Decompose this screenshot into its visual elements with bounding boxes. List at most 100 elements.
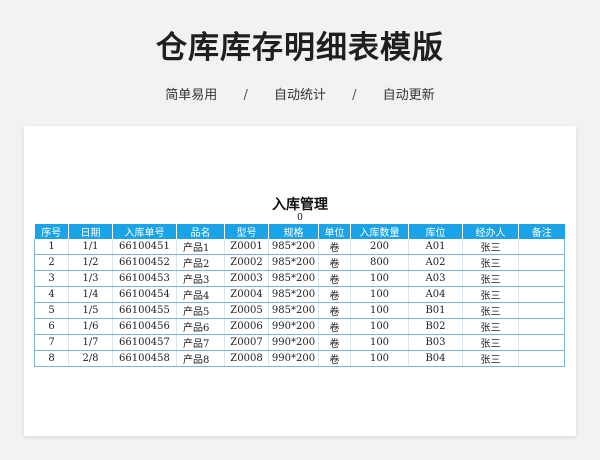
table-cell: 990*200: [268, 350, 319, 367]
table-cell: 66100458: [112, 350, 177, 367]
column-header: 入库单号: [112, 224, 177, 239]
table-cell: 800: [350, 254, 409, 271]
table-row: 1 1/1 66100451 产品1 Z0001 985*200 卷 200 A01 张三: [34, 239, 565, 255]
table-cell: 66100456: [112, 318, 177, 335]
table-row: 2 1/2 66100452 产品2 Z0002 985*200 卷 800 A02 张三: [34, 254, 565, 271]
table-cell: [518, 254, 565, 271]
table-cell: 张三: [462, 286, 519, 303]
table-cell: 产品2: [176, 254, 225, 271]
table-cell: [518, 270, 565, 287]
table-cell: A01: [408, 239, 463, 255]
column-header: 单位: [318, 224, 351, 239]
table-cell: 3: [34, 270, 69, 287]
table-cell: B02: [408, 318, 463, 335]
table-cell: 产品7: [176, 334, 225, 351]
table-cell: B04: [408, 350, 463, 367]
feature-tags: 简单易用 / 自动统计 / 自动更新: [0, 84, 600, 103]
table-cell: 985*200: [268, 254, 319, 271]
table-cell: 985*200: [268, 302, 319, 319]
table-cell: 200: [350, 239, 409, 255]
table-cell: 2/8: [68, 350, 113, 367]
table-cell: 1/2: [68, 254, 113, 271]
table-cell: 66100453: [112, 270, 177, 287]
table-cell: 张三: [462, 254, 519, 271]
table-cell: 66100457: [112, 334, 177, 351]
sheet-title: 入库管理: [272, 197, 328, 213]
table-cell: [518, 334, 565, 351]
column-header: 库位: [408, 224, 463, 239]
table-cell: 2: [34, 254, 69, 271]
table-cell: 卷: [318, 286, 351, 303]
table-cell: [518, 286, 565, 303]
table-cell: 100: [350, 334, 409, 351]
table-cell: 100: [350, 302, 409, 319]
table-cell: Z0004: [224, 286, 269, 303]
table-cell: [518, 239, 565, 255]
table-cell: 产品8: [176, 350, 225, 367]
table-cell: 66100454: [112, 286, 177, 303]
table-cell: 985*200: [268, 270, 319, 287]
column-header: 日期: [68, 224, 113, 239]
tag-separator: /: [352, 88, 357, 103]
table-cell: 1/4: [68, 286, 113, 303]
table-cell: 张三: [462, 334, 519, 351]
table-cell: 100: [350, 318, 409, 335]
table-cell: 66100455: [112, 302, 177, 319]
table-cell: B03: [408, 334, 463, 351]
table-cell: 66100451: [112, 239, 177, 255]
column-header: 入库数量: [350, 224, 409, 239]
table-row: 8 2/8 66100458 产品8 Z0008 990*200 卷 100 B04 张三: [34, 350, 565, 367]
table-cell: 产品6: [176, 318, 225, 335]
page: 仓库库存明细表模版 简单易用 / 自动统计 / 自动更新 入库管理 0 序号 日…: [0, 0, 600, 460]
column-header: 型号: [224, 224, 269, 239]
table-row: 4 1/4 66100454 产品4 Z0004 985*200 卷 100 A04 张三: [34, 286, 565, 303]
table-cell: 8: [34, 350, 69, 367]
table-cell: 985*200: [268, 239, 319, 255]
table-cell: Z0008: [224, 350, 269, 367]
table-cell: 100: [350, 350, 409, 367]
table-row: 7 1/7 66100457 产品7 Z0007 990*200 卷 100 B03 张三: [34, 334, 565, 351]
table-cell: 100: [350, 286, 409, 303]
table-cell: 卷: [318, 318, 351, 335]
table-cell: 卷: [318, 254, 351, 271]
table-cell: 6: [34, 318, 69, 335]
column-header: 备注: [518, 224, 565, 239]
table-cell: Z0003: [224, 270, 269, 287]
table-cell: B01: [408, 302, 463, 319]
table-cell: A02: [408, 254, 463, 271]
column-header: 规格: [268, 224, 319, 239]
table-cell: 1/7: [68, 334, 113, 351]
table-cell: Z0005: [224, 302, 269, 319]
spreadsheet-preview: 入库管理 0 序号 日期 入库单号 品名 型号 规格 单位 入库数量 库位 经办…: [24, 126, 576, 436]
table-cell: 产品4: [176, 286, 225, 303]
table-cell: 张三: [462, 302, 519, 319]
table-cell: A04: [408, 286, 463, 303]
table-cell: 卷: [318, 239, 351, 255]
table-cell: 990*200: [268, 318, 319, 335]
table-row: 3 1/3 66100453 产品3 Z0003 985*200 卷 100 A03 张三: [34, 270, 565, 287]
table-cell: 1/5: [68, 302, 113, 319]
tag-auto-update: 自动更新: [382, 88, 435, 103]
column-header: 经办人: [462, 224, 519, 239]
column-header: 序号: [34, 224, 69, 239]
table-cell: 卷: [318, 270, 351, 287]
table-cell: 张三: [462, 239, 519, 255]
table-cell: 张三: [462, 350, 519, 367]
table-header-row: 序号 日期 入库单号 品名 型号 规格 单位 入库数量 库位 经办人 备注: [34, 224, 565, 239]
table-row: 6 1/6 66100456 产品6 Z0006 990*200 卷 100 B02 张三: [34, 318, 565, 335]
table-cell: 7: [34, 334, 69, 351]
table-cell: 卷: [318, 350, 351, 367]
tag-easy: 简单易用: [165, 88, 218, 103]
table-cell: 卷: [318, 334, 351, 351]
table-cell: 卷: [318, 302, 351, 319]
table-cell: 产品5: [176, 302, 225, 319]
table-row: 5 1/5 66100455 产品5 Z0005 985*200 卷 100 B01 张三: [34, 302, 565, 319]
table-cell: 张三: [462, 318, 519, 335]
table-cell: 产品3: [176, 270, 225, 287]
table-cell: [518, 318, 565, 335]
tag-auto-stats: 自动统计: [273, 88, 326, 103]
column-header: 品名: [176, 224, 225, 239]
table-cell: 1/1: [68, 239, 113, 255]
table-cell: Z0001: [224, 239, 269, 255]
table-cell: 4: [34, 286, 69, 303]
